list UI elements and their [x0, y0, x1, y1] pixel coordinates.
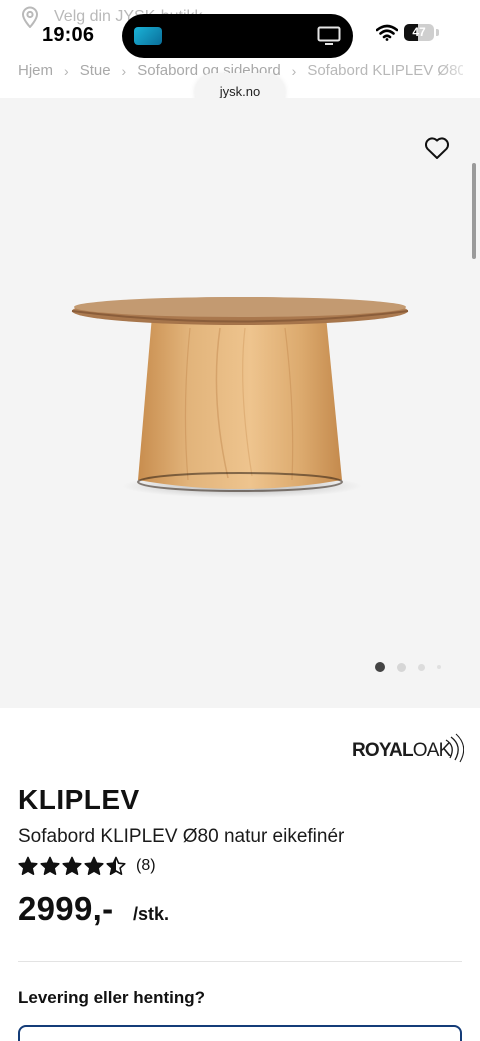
- brand-logo-mark: ROYALOAK: [352, 733, 464, 763]
- breadcrumb-item[interactable]: Stue: [80, 62, 111, 79]
- rating-count: (8): [136, 857, 156, 874]
- battery-tip: [436, 29, 439, 36]
- product-name: KLIPLEV: [18, 784, 140, 815]
- star-full-icon: [18, 856, 38, 875]
- dynamic-island: [122, 14, 353, 58]
- star-half-icon: [106, 856, 126, 875]
- gallery-dot[interactable]: [397, 662, 406, 672]
- product-price: 2999,-: [18, 890, 114, 927]
- delivery-option-card[interactable]: [18, 1025, 462, 1041]
- gallery-dot[interactable]: [418, 663, 425, 671]
- battery-indicator: 47: [404, 24, 434, 41]
- wifi-icon: [376, 24, 398, 41]
- status-indicators: 47: [376, 24, 439, 41]
- svg-text:ROYALOAK: ROYALOAK: [352, 740, 452, 761]
- heart-outline-icon[interactable]: [424, 136, 450, 160]
- scrollbar-thumb[interactable]: [472, 163, 476, 259]
- media-thumbnail: [134, 27, 162, 45]
- price-unit: /stk.: [133, 904, 170, 924]
- product-rating[interactable]: (8): [18, 856, 156, 876]
- battery-level-text: 47: [412, 25, 426, 39]
- delivery-heading: Levering eller henting?: [18, 988, 206, 1007]
- gallery-pagination[interactable]: [375, 662, 441, 672]
- status-time: 19:06: [42, 24, 95, 46]
- gallery-dot[interactable]: [437, 665, 441, 669]
- breadcrumb-separator: ›: [64, 62, 69, 79]
- brand-logo: ROYALOAK: [352, 730, 464, 764]
- product-image: [71, 297, 409, 498]
- breadcrumb-separator: ›: [291, 62, 297, 79]
- breadcrumb-fade: [440, 58, 480, 84]
- product-description: Sofabord KLIPLEV Ø80 natur eikefinér: [18, 826, 345, 847]
- gallery-dot[interactable]: [375, 662, 385, 672]
- breadcrumb-item[interactable]: Hjem: [18, 62, 53, 79]
- divider: [18, 961, 462, 962]
- star-full-icon: [84, 856, 104, 875]
- product-gallery[interactable]: [0, 98, 480, 708]
- breadcrumb-separator: ›: [121, 62, 127, 79]
- star-full-icon: [40, 856, 60, 875]
- star-full-icon: [62, 856, 82, 875]
- location-pin-icon: [21, 6, 39, 28]
- rating-stars: [18, 856, 126, 876]
- screen-mirroring-icon: [317, 26, 341, 45]
